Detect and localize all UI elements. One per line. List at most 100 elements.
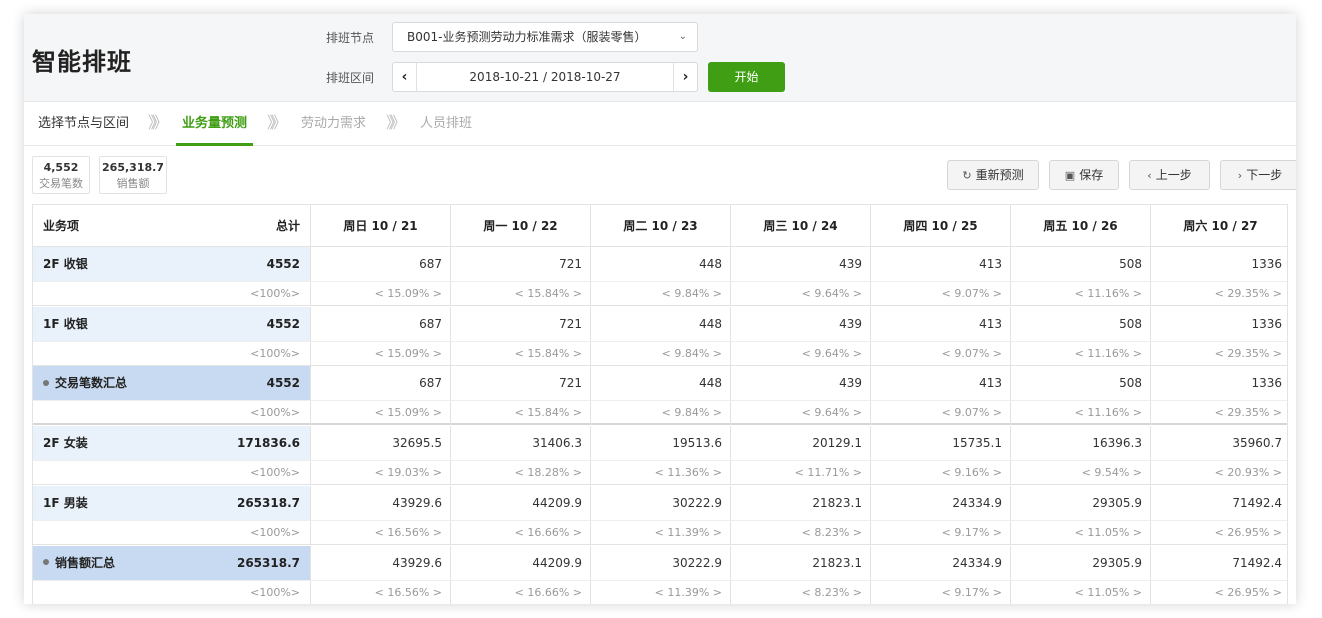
value-cell[interactable]: 448: [590, 247, 730, 281]
value-cell[interactable]: 31406.3: [450, 426, 590, 461]
value-cell[interactable]: 15735.1: [870, 426, 1010, 461]
row-name: 销售额汇总: [43, 546, 115, 580]
reforecast-button[interactable]: ↻ 重新预测: [947, 160, 1039, 190]
value-cell[interactable]: 71492.4: [1150, 545, 1287, 580]
pct-cell: < 15.84% >: [450, 341, 590, 366]
row-total-pct: <100%>: [250, 346, 300, 360]
prev-step-button[interactable]: ‹ 上一步: [1129, 160, 1210, 190]
value-cell[interactable]: 687: [310, 247, 450, 281]
value-cell[interactable]: 24334.9: [870, 545, 1010, 580]
value-cell[interactable]: 721: [450, 306, 590, 341]
row-name-text: 1F 收银: [43, 316, 88, 331]
next-step-button[interactable]: › 下一步: [1220, 160, 1296, 190]
value-cell[interactable]: 687: [310, 306, 450, 341]
col-header-day: 周四 10 / 25: [870, 205, 1010, 247]
row-total-pct: <100%>: [250, 585, 300, 599]
step-select-node[interactable]: 选择节点与区间: [38, 102, 129, 146]
value-cell[interactable]: 1336: [1150, 366, 1287, 401]
value-cell[interactable]: 687: [310, 366, 450, 401]
value-cell[interactable]: 448: [590, 306, 730, 341]
value-cell[interactable]: 43929.6: [310, 485, 450, 520]
step-scheduling[interactable]: 人员排班: [420, 102, 472, 146]
stat-sales: 265,318.7 销售额: [99, 156, 167, 194]
value-cell[interactable]: 1336: [1150, 306, 1287, 341]
next-step-label: 下一步: [1246, 168, 1283, 182]
stat-caption: 交易笔数: [39, 177, 83, 190]
double-chevron-icon: 》》: [267, 113, 287, 132]
value-cell[interactable]: 508: [1010, 247, 1150, 281]
pct-cell: < 20.93% >: [1150, 461, 1287, 486]
value-cell[interactable]: 71492.4: [1150, 485, 1287, 520]
bullet-icon: [43, 559, 49, 565]
pct-cell: < 15.84% >: [450, 401, 590, 426]
double-chevron-icon: 》》: [148, 113, 168, 132]
step-forecast[interactable]: 业务量预测: [175, 102, 254, 146]
value-cell[interactable]: 413: [870, 306, 1010, 341]
pct-cell: < 11.39% >: [590, 520, 730, 545]
value-cell[interactable]: 508: [1010, 306, 1150, 341]
range-label: 排班区间: [326, 71, 375, 85]
value-cell[interactable]: 43929.6: [310, 545, 450, 580]
col-header-day: 周二 10 / 23: [590, 205, 730, 247]
chevron-left-icon[interactable]: ‹: [393, 63, 417, 91]
date-range-picker[interactable]: ‹ 2018-10-21 / 2018-10-27 ›: [392, 62, 698, 92]
value-cell[interactable]: 508: [1010, 366, 1150, 401]
forecast-table: 业务项 总计 周日 10 / 21 周一 10 / 22 周二 10 / 23 周三 …: [32, 204, 1288, 604]
value-cell[interactable]: 448: [590, 366, 730, 401]
pct-cell: < 9.17% >: [870, 520, 1010, 545]
row-name: 2F 收银: [43, 247, 88, 281]
chevron-down-icon: ⌄: [678, 31, 687, 42]
value-cell[interactable]: 721: [450, 366, 590, 401]
value-cell[interactable]: 44209.9: [450, 485, 590, 520]
value-cell[interactable]: 19513.6: [590, 426, 730, 461]
value-cell[interactable]: 1336: [1150, 247, 1287, 281]
value-cell[interactable]: 16396.3: [1010, 426, 1150, 461]
node-select[interactable]: B001-业务预测劳动力标准需求（服装零售） ⌄: [392, 22, 698, 52]
row-total: 4552: [266, 376, 300, 391]
pct-cell: < 9.07% >: [870, 341, 1010, 366]
value-cell[interactable]: 21823.1: [730, 545, 870, 580]
value-cell[interactable]: 439: [730, 366, 870, 401]
chevron-right-icon: ›: [1237, 169, 1243, 182]
pct-cell: < 9.64% >: [730, 282, 870, 306]
value-cell[interactable]: 439: [730, 306, 870, 341]
table-header: 业务项 总计 周日 10 / 21 周一 10 / 22 周二 10 / 23 周三 …: [33, 205, 1287, 247]
row-label-cell: 2F 女装 171836.6: [33, 426, 310, 461]
start-button[interactable]: 开始: [708, 62, 785, 92]
row-total: 4552: [266, 257, 300, 271]
col-header-day: 周日 10 / 21: [310, 205, 450, 247]
value-cell[interactable]: 35960.7: [1150, 426, 1287, 461]
value-cell[interactable]: 413: [870, 366, 1010, 401]
value-cell[interactable]: 29305.9: [1010, 545, 1150, 580]
date-range-value[interactable]: 2018-10-21 / 2018-10-27: [417, 63, 673, 91]
pct-cell: < 8.23% >: [730, 580, 870, 604]
value-cell[interactable]: 439: [730, 247, 870, 281]
value-cell[interactable]: 30222.9: [590, 485, 730, 520]
pct-cell: < 15.84% >: [450, 282, 590, 306]
pct-cell: < 9.84% >: [590, 341, 730, 366]
save-button[interactable]: ▣ 保存: [1049, 160, 1119, 190]
value-cell[interactable]: 29305.9: [1010, 485, 1150, 520]
node-label: 排班节点: [326, 31, 375, 45]
value-cell[interactable]: 44209.9: [450, 545, 590, 580]
chevron-left-icon: ‹: [1147, 169, 1152, 182]
row-total-pct: <100%>: [250, 406, 300, 420]
value-cell[interactable]: 721: [450, 247, 590, 281]
row-name-text: 销售额汇总: [55, 555, 116, 570]
row-label-cell: 1F 收银 4552: [33, 306, 310, 341]
value-cell[interactable]: 20129.1: [730, 426, 870, 461]
step-labor-demand[interactable]: 劳动力需求: [301, 102, 366, 146]
value-cell[interactable]: 21823.1: [730, 485, 870, 520]
value-cell[interactable]: 24334.9: [870, 485, 1010, 520]
pct-cell: < 19.03% >: [310, 461, 450, 486]
row-label-cell: 交易笔数汇总 4552: [33, 366, 310, 401]
row-name-text: 2F 女装: [43, 436, 88, 451]
reforecast-label: 重新预测: [975, 168, 1024, 182]
value-cell[interactable]: 32695.5: [310, 426, 450, 461]
header-bar: 智能排班 排班节点 B001-业务预测劳动力标准需求（服装零售） ⌄ 排班区间 …: [24, 14, 1296, 102]
pct-cell: < 11.16% >: [1010, 282, 1150, 306]
refresh-icon: ↻: [962, 169, 972, 182]
value-cell[interactable]: 413: [870, 247, 1010, 281]
chevron-right-icon[interactable]: ›: [673, 63, 697, 91]
value-cell[interactable]: 30222.9: [590, 545, 730, 580]
